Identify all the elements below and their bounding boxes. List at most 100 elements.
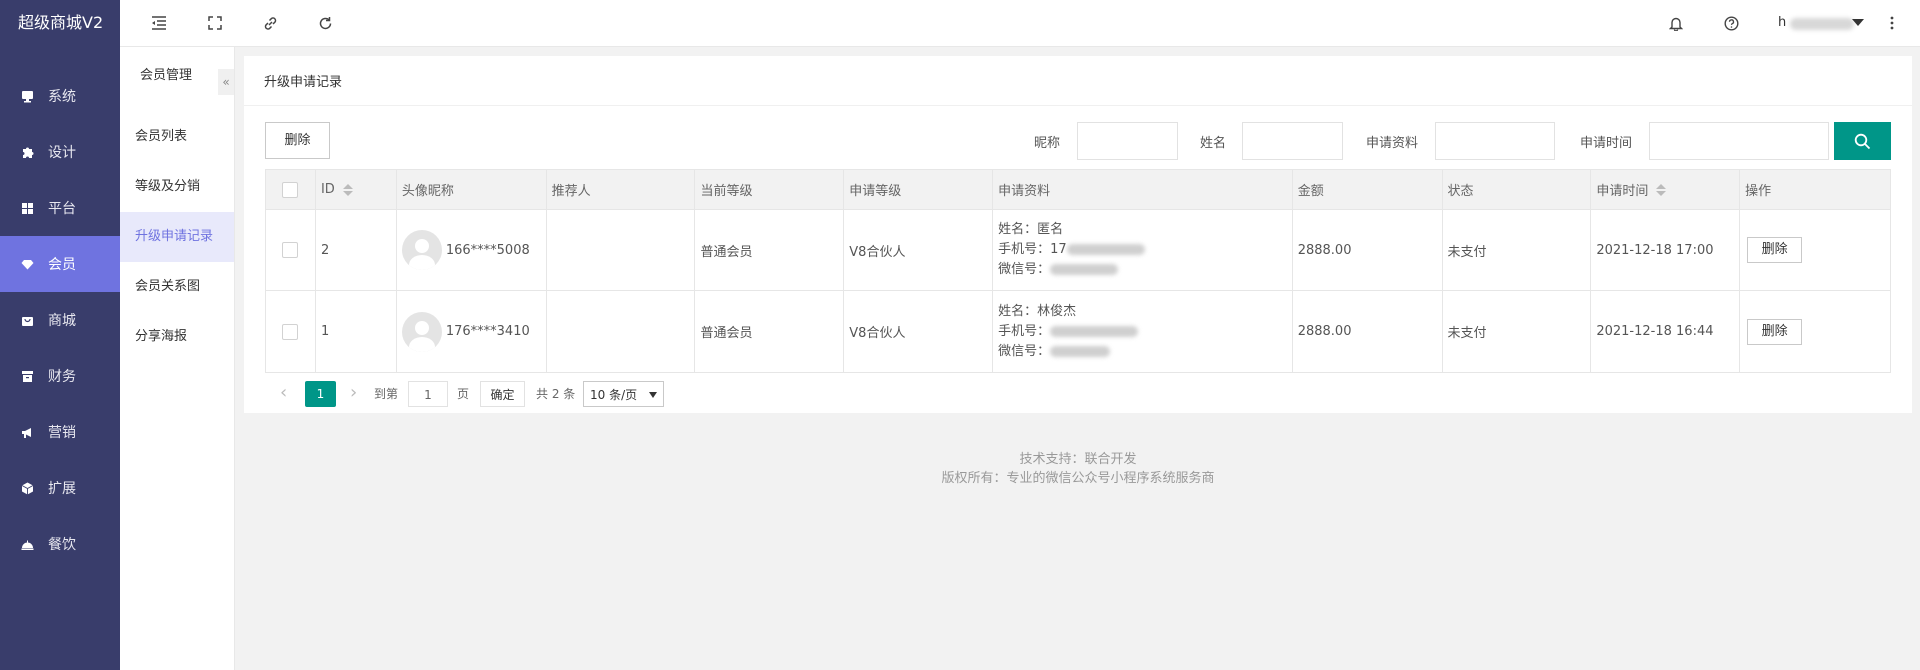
info-phone-line: 手机号：17 xyxy=(998,240,1145,260)
header-label: ID xyxy=(320,182,335,197)
link-icon[interactable] xyxy=(261,14,279,32)
nickname-input[interactable] xyxy=(1077,122,1178,160)
select-all-checkbox[interactable] xyxy=(282,181,299,198)
time-label: 申请时间 xyxy=(1580,136,1633,151)
subnav-item-relation-graph[interactable]: 会员关系图 xyxy=(120,262,234,312)
collapse-button[interactable]: « xyxy=(218,69,234,95)
fullscreen-icon[interactable] xyxy=(206,14,224,32)
row-checkbox-cell xyxy=(266,210,316,290)
table-row: 2 166****5008 普通会员 V8合伙人 姓名：匿名 手机号：17 微信… xyxy=(266,210,1890,291)
subnav-item-levels[interactable]: 等级及分销 xyxy=(120,162,234,212)
sidebar-item-label: 扩展 xyxy=(48,481,76,497)
cell-amount: 2888.00 xyxy=(1293,210,1443,290)
cell-status: 未支付 xyxy=(1443,210,1592,290)
header-label: 申请时间 xyxy=(1596,184,1649,199)
cell-action: 删除 xyxy=(1740,291,1890,372)
sub-nav: 会员列表 等级及分销 升级申请记录 会员关系图 分享海报 xyxy=(120,112,234,362)
sidebar-item-label: 设计 xyxy=(48,145,76,161)
refresh-icon[interactable] xyxy=(316,14,334,32)
info-wechat: 微信号： xyxy=(998,343,1051,359)
header-action: 操作 xyxy=(1745,184,1772,199)
archive-icon xyxy=(20,369,34,383)
material-input[interactable] xyxy=(1435,122,1555,160)
sidebar-item-shop[interactable]: 商城 xyxy=(0,292,120,348)
page-number-input[interactable]: 1 xyxy=(408,381,448,407)
cell-nickname: 166****5008 xyxy=(397,210,547,290)
megaphone-icon xyxy=(20,425,34,439)
table-header: ID 头像昵称 推荐人 当前等级 申请等级 申请资料 金额 状态 申请时间 操作 xyxy=(266,170,1890,210)
footer-support: 技术支持：联合开发 xyxy=(1019,452,1137,467)
row-checkbox[interactable] xyxy=(282,242,299,258)
subnav-item-member-list[interactable]: 会员列表 xyxy=(120,112,234,162)
cell-time: 2021-12-18 17:00 xyxy=(1591,210,1741,290)
sidebar-item-label: 会员 xyxy=(48,257,76,273)
header-apply-level: 申请等级 xyxy=(844,170,994,209)
header-time[interactable]: 申请时间 xyxy=(1591,170,1741,209)
bell-icon[interactable] xyxy=(1667,14,1685,32)
sidebar-item-label: 平台 xyxy=(48,201,76,217)
subnav-item-upgrade-records[interactable]: 升级申请记录 xyxy=(120,212,234,262)
material-info: 姓名：林俊杰 手机号： 微信号： xyxy=(998,302,1139,362)
cube-icon xyxy=(20,481,34,495)
page-1-button[interactable]: 1 xyxy=(305,381,336,407)
header-nickname: 头像昵称 xyxy=(397,170,547,209)
row-checkbox-cell xyxy=(266,291,316,372)
caret-down-icon[interactable] xyxy=(1852,19,1864,26)
user-name[interactable]: h xyxy=(1778,15,1786,30)
search-button[interactable] xyxy=(1834,122,1891,160)
subnav-item-share-poster[interactable]: 分享海报 xyxy=(120,312,234,362)
prev-page-icon[interactable]: ‹ xyxy=(280,381,287,407)
row-delete-button[interactable]: 删除 xyxy=(1747,318,1803,345)
next-page-icon[interactable]: › xyxy=(350,381,357,407)
sidebar-item-marketing[interactable]: 营销 xyxy=(0,404,120,460)
sidebar-item-label: 餐饮 xyxy=(48,537,76,553)
row-delete-button[interactable]: 删除 xyxy=(1747,237,1803,263)
sub-sidebar-title-text: 会员管理 xyxy=(140,68,193,83)
page-size-select[interactable]: 10 条/页 xyxy=(583,381,664,407)
sidebar-item-catering[interactable]: 餐饮 xyxy=(0,516,120,572)
row-checkbox[interactable] xyxy=(282,323,299,340)
info-phone: 手机号：17 xyxy=(998,242,1067,257)
sidebar-item-finance[interactable]: 财务 xyxy=(0,348,120,404)
page-size-value: 10 条/页 xyxy=(590,388,638,402)
delete-button[interactable]: 删除 xyxy=(265,122,330,159)
cell-referrer xyxy=(547,210,696,290)
time-input[interactable] xyxy=(1649,122,1829,160)
sidebar-item-label: 商城 xyxy=(48,313,76,329)
help-icon[interactable] xyxy=(1722,14,1740,32)
sidebar-item-member[interactable]: 会员 xyxy=(0,236,120,292)
header-id[interactable]: ID xyxy=(316,170,397,209)
redacted-phone xyxy=(1066,244,1145,255)
menu-fold-icon[interactable] xyxy=(150,14,168,32)
nickname-text: 166****5008 xyxy=(445,242,530,258)
main-sidebar: 超级商城V2 系统 设计 平台 会员 商城 财务 营销 扩展 餐饮 xyxy=(0,0,120,670)
header-status: 状态 xyxy=(1443,170,1592,209)
goto-label: 到第 xyxy=(374,387,399,401)
cell-nickname: 176****3410 xyxy=(397,291,547,372)
info-name: 姓名：林俊杰 xyxy=(998,303,1077,319)
sidebar-item-system[interactable]: 系统 xyxy=(0,68,120,124)
avatar xyxy=(401,230,442,270)
sidebar-item-design[interactable]: 设计 xyxy=(0,124,120,180)
sidebar-item-platform[interactable]: 平台 xyxy=(0,180,120,236)
sort-icon[interactable] xyxy=(1656,183,1667,196)
top-header: h xyxy=(120,0,1920,47)
name-input[interactable] xyxy=(1242,122,1343,160)
confirm-page-button[interactable]: 确定 xyxy=(480,381,525,407)
diamond-icon xyxy=(20,257,34,271)
header-material: 申请资料 xyxy=(993,170,1293,209)
main-nav: 系统 设计 平台 会员 商城 财务 营销 扩展 餐饮 xyxy=(0,68,120,572)
cell-material: 姓名：匿名 手机号：17 微信号： xyxy=(993,210,1293,290)
sidebar-item-extension[interactable]: 扩展 xyxy=(0,460,120,516)
cell-material: 姓名：林俊杰 手机号： 微信号： xyxy=(993,291,1293,372)
brand-title: 超级商城V2 xyxy=(18,13,104,32)
sort-icon[interactable] xyxy=(342,183,353,196)
search-icon xyxy=(1854,133,1871,149)
cell-current-level: 普通会员 xyxy=(695,291,845,372)
header-checkbox-cell xyxy=(266,170,316,209)
sidebar-item-label: 财务 xyxy=(48,369,76,385)
cell-id: 2 xyxy=(316,210,397,290)
cell-apply-level: V8合伙人 xyxy=(844,210,994,290)
nickname-text: 176****3410 xyxy=(445,324,530,339)
more-vertical-icon[interactable] xyxy=(1883,14,1901,32)
